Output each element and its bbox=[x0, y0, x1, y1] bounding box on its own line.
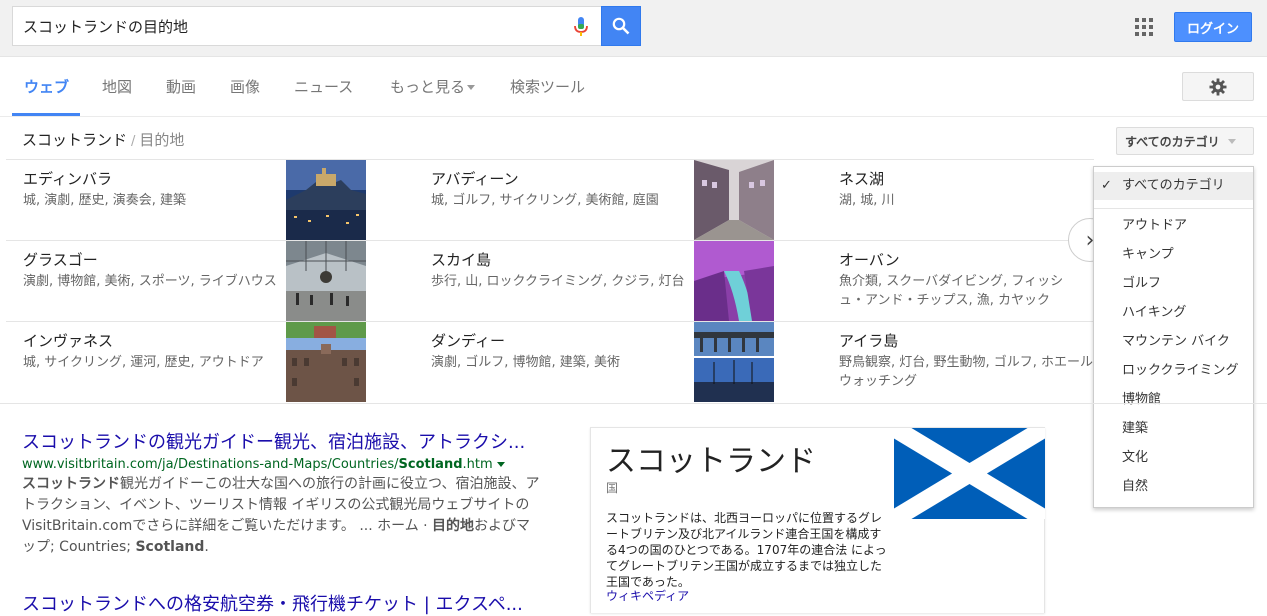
apps-grid-icon[interactable] bbox=[1135, 18, 1153, 36]
destination-card-edinburgh[interactable]: エディンバラ 城, 演劇, 歴史, 演奏会, 建築 bbox=[6, 160, 366, 241]
snippet-highlight: 目的地 bbox=[432, 518, 475, 534]
destination-card-aberdeen[interactable]: アバディーン 城, ゴルフ, サイクリング, 美術館, 庭園 bbox=[414, 160, 774, 241]
glasgow-photo bbox=[286, 241, 366, 321]
destination-card-inverness[interactable]: インヴァネス 城, サイクリング, 運河, 歴史, アウトドア bbox=[6, 322, 366, 403]
search-result: スコットランドの観光ガイドー観光、宿泊施設、アトラクシ... www.visit… bbox=[22, 428, 542, 558]
destination-tags: 魚介類, スクーバダイビング, フィッシュ・アンド・チップス, 漁, カヤック bbox=[839, 274, 1064, 308]
skye-photo bbox=[694, 241, 774, 321]
knowledge-panel-subtitle: 国 bbox=[606, 481, 619, 495]
destination-tags: 歩行, 山, ロッククライミング, クジラ, 灯台 bbox=[431, 274, 685, 289]
category-option[interactable]: 自然 bbox=[1094, 473, 1253, 501]
result-url-suffix: .htm bbox=[462, 457, 493, 472]
result-url-prefix: www.visitbritain.com/ja/Destinations-and… bbox=[22, 457, 399, 472]
destination-tags: 湖, 城, 川 bbox=[839, 193, 895, 208]
category-option-label: すべてのカテゴリ bbox=[1122, 178, 1225, 193]
active-tab-indicator bbox=[12, 113, 80, 116]
destination-tags: 演劇, 博物館, 美術, スポーツ, ライブハウス bbox=[23, 274, 277, 289]
microphone-icon[interactable] bbox=[571, 16, 591, 38]
tab-search-tools[interactable]: 検索ツール bbox=[510, 76, 585, 97]
dundee-photo bbox=[694, 322, 774, 402]
destination-tags: 演劇, ゴルフ, 博物館, 建築, 美術 bbox=[431, 355, 621, 370]
divider bbox=[0, 403, 1267, 404]
destination-tags: 野鳥観察, 灯台, 野生動物, ゴルフ, ホエールウォッチング bbox=[839, 355, 1094, 389]
category-option[interactable]: 博物館 bbox=[1094, 386, 1253, 414]
category-option[interactable]: ハイキング bbox=[1094, 299, 1253, 327]
knowledge-panel: スコットランド 国 スコットランドは、北西ヨーロッパに位置するグレートブリテン及… bbox=[590, 420, 1050, 613]
destination-name: アバディーン bbox=[431, 170, 519, 188]
tab-images[interactable]: 画像 bbox=[230, 76, 260, 97]
destination-tags: 城, 演劇, 歴史, 演奏会, 建築 bbox=[23, 193, 187, 208]
result-snippet: スコットランド観光ガイドーこの壮大な国への旅行の計画に役立つ、宿泊施設、アトラク… bbox=[22, 474, 542, 558]
search-box[interactable] bbox=[12, 6, 601, 46]
category-option[interactable]: ゴルフ bbox=[1094, 270, 1253, 298]
category-option[interactable]: ロッククライミング bbox=[1094, 357, 1253, 385]
result-title-link[interactable]: スコットランドへの格安航空券・飛行機チケット | エクスペ... bbox=[22, 590, 542, 616]
breadcrumb: スコットランド / 目的地 bbox=[22, 129, 184, 150]
result-url: www.visitbritain.com/ja/Destinations-and… bbox=[22, 457, 542, 472]
chevron-down-icon bbox=[1227, 138, 1236, 144]
destination-card-glasgow[interactable]: グラスゴー 演劇, 博物館, 美術, スポーツ, ライブハウス bbox=[6, 241, 366, 322]
category-option[interactable]: 建築 bbox=[1094, 415, 1253, 443]
settings-button[interactable] bbox=[1182, 72, 1254, 101]
destination-tags: 城, サイクリング, 運河, 歴史, アウトドア bbox=[23, 355, 264, 370]
destination-name: オーバン bbox=[839, 251, 900, 269]
search-result: スコットランドへの格安航空券・飛行機チケット | エクスペ... bbox=[22, 590, 542, 616]
destination-name: ダンディー bbox=[431, 332, 505, 350]
category-option-all[interactable]: ✓ すべてのカテゴリ bbox=[1094, 172, 1253, 200]
inverness-photo bbox=[286, 322, 366, 402]
tab-videos[interactable]: 動画 bbox=[166, 76, 196, 97]
edinburgh-photo bbox=[286, 160, 366, 240]
destination-card-loch-ness[interactable]: ネス湖 湖, 城, 川 bbox=[822, 160, 1094, 241]
category-filter-label: すべてのカテゴリ bbox=[1125, 134, 1220, 149]
breadcrumb-root[interactable]: スコットランド bbox=[22, 131, 127, 149]
destination-card-oban[interactable]: オーバン 魚介類, スクーバダイビング, フィッシュ・アンド・チップス, 漁, … bbox=[822, 241, 1094, 322]
top-bar: ログイン bbox=[0, 0, 1267, 57]
destination-name: アイラ島 bbox=[839, 332, 899, 350]
snippet-highlight: Scotland bbox=[135, 539, 205, 555]
gear-icon bbox=[1209, 78, 1227, 95]
snippet-highlight: スコットランド bbox=[22, 476, 120, 492]
category-option[interactable]: アウトドア bbox=[1094, 212, 1253, 240]
tab-more[interactable]: もっと見る bbox=[390, 76, 476, 97]
search-tabs: ウェブ 地図 動画 画像 ニュース もっと見る 検索ツール bbox=[0, 57, 1267, 117]
breadcrumb-separator: / bbox=[131, 134, 136, 149]
wikipedia-link[interactable]: ウィキペディア bbox=[606, 587, 689, 604]
aberdeen-photo bbox=[694, 160, 774, 240]
destination-name: インヴァネス bbox=[23, 332, 114, 350]
snippet-text: . bbox=[204, 539, 209, 555]
destination-name: グラスゴー bbox=[23, 251, 98, 269]
destination-name: エディンバラ bbox=[23, 170, 112, 188]
destination-card-islay[interactable]: アイラ島 野鳥観察, 灯台, 野生動物, ゴルフ, ホエールウォッチング bbox=[822, 322, 1094, 403]
knowledge-panel-description: スコットランドは、北西ヨーロッパに位置するグレートブリテン及び北アイルランド連合… bbox=[606, 511, 887, 589]
category-option[interactable]: キャンプ bbox=[1094, 241, 1253, 269]
checkmark-icon: ✓ bbox=[1101, 178, 1112, 193]
destination-name: スカイ島 bbox=[431, 251, 492, 269]
tab-web[interactable]: ウェブ bbox=[24, 76, 69, 97]
result-title-link[interactable]: スコットランドの観光ガイドー観光、宿泊施設、アトラクシ... bbox=[22, 428, 542, 454]
tab-news[interactable]: ニュース bbox=[294, 76, 353, 97]
category-dropdown-menu: ✓ すべてのカテゴリ アウトドア キャンプ ゴルフ ハイキング マウンテン バイ… bbox=[1093, 166, 1254, 508]
divider bbox=[1094, 208, 1253, 209]
destination-card-dundee[interactable]: ダンディー 演劇, ゴルフ, 博物館, 建築, 美術 bbox=[414, 322, 774, 403]
category-option[interactable]: 文化 bbox=[1094, 444, 1253, 472]
tab-more-label: もっと見る bbox=[390, 78, 466, 96]
result-url-highlight: Scotland bbox=[398, 457, 463, 472]
tab-maps[interactable]: 地図 bbox=[102, 76, 132, 97]
knowledge-panel-title: スコットランド bbox=[606, 444, 816, 479]
scotland-flag-image[interactable] bbox=[889, 420, 1050, 527]
breadcrumb-current: 目的地 bbox=[139, 131, 185, 149]
destination-tags: 城, ゴルフ, サイクリング, 美術館, 庭園 bbox=[431, 193, 659, 208]
login-button[interactable]: ログイン bbox=[1174, 12, 1252, 42]
chevron-down-icon[interactable] bbox=[496, 462, 505, 467]
category-option[interactable]: マウンテン バイク bbox=[1094, 328, 1253, 356]
search-icon bbox=[612, 17, 630, 35]
chevron-down-icon bbox=[467, 85, 476, 90]
destination-card-skye[interactable]: スカイ島 歩行, 山, ロッククライミング, クジラ, 灯台 bbox=[414, 241, 774, 322]
search-button[interactable] bbox=[601, 6, 641, 46]
category-filter-button[interactable]: すべてのカテゴリ bbox=[1116, 127, 1254, 155]
destination-name: ネス湖 bbox=[839, 170, 885, 188]
search-input[interactable] bbox=[23, 15, 563, 37]
